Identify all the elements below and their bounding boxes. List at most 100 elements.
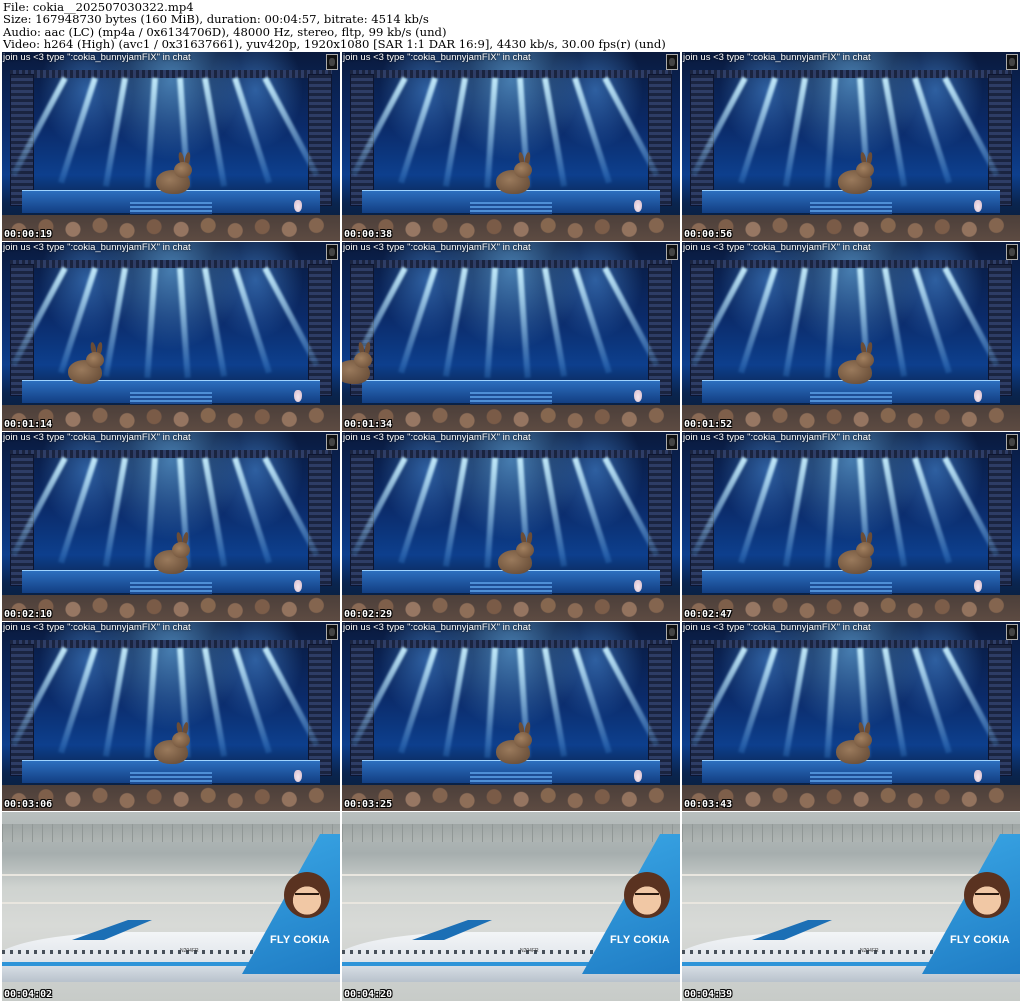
timestamp-label: 00:01:14 <box>4 419 53 430</box>
spotlight-beam <box>738 77 778 184</box>
airplane-windows <box>2 950 270 954</box>
small-bunny-figure <box>634 200 642 212</box>
airline-name: FLY COKIA <box>610 934 670 946</box>
rabbit-image <box>492 721 536 766</box>
rabbit-image <box>494 531 538 576</box>
spotlight-beam <box>202 647 228 757</box>
small-bunny-figure <box>294 390 302 402</box>
video-info-line: Video: h264 (High) (avc1 / 0x31637661), … <box>3 36 666 51</box>
file-size-line: Size: 167948730 bytes (160 MiB), duratio… <box>3 12 429 27</box>
thumbnail-stage: join us <3 type ":cokia_bunnyjamFIX" in … <box>682 432 1020 621</box>
thumbnail-stage: join us <3 type ":cokia_bunnyjamFIX" in … <box>2 432 340 621</box>
spotlight-beam <box>602 76 660 177</box>
webcam-icon <box>1006 624 1018 640</box>
airline-name: FLY COKIA <box>270 934 330 946</box>
rabbit-image <box>152 151 196 196</box>
spotlight-beam <box>517 267 531 378</box>
spotlight-beam <box>442 77 468 187</box>
timestamp-label: 00:02:47 <box>684 609 733 620</box>
spotlight-beam <box>350 646 408 747</box>
spotlight-beam <box>398 647 438 754</box>
rabbit-image <box>834 341 878 386</box>
thumbnail-stage: join us <3 type ":cokia_bunnyjamFIX" in … <box>2 52 340 241</box>
crowd-of-rabbits <box>342 405 680 431</box>
overlay-caption: join us <3 type ":cokia_bunnyjamFIX" in … <box>683 432 871 443</box>
stage-steps <box>470 202 552 214</box>
spotlight-beam <box>738 647 778 754</box>
spotlight-beam <box>912 457 952 564</box>
webcam-icon <box>326 434 338 450</box>
thumbnail-stage: join us <3 type ":cokia_bunnyjamFIX" in … <box>682 622 1020 811</box>
small-bunny-figure <box>974 390 982 402</box>
crowd-of-rabbits <box>342 785 680 811</box>
spotlight-beam <box>10 76 68 177</box>
spotlight-beam <box>942 456 1000 557</box>
stage-steps <box>470 582 552 594</box>
webcam-icon <box>666 54 678 70</box>
rabbit-image <box>150 531 194 576</box>
spotlight-beam <box>572 457 612 564</box>
rabbit-image <box>492 151 536 196</box>
spotlight-beam <box>442 267 468 377</box>
spotlight-beam <box>102 457 128 567</box>
small-bunny-figure <box>974 770 982 782</box>
spotlight-beam <box>782 457 808 567</box>
spotlight-beam <box>690 266 748 367</box>
crowd-of-rabbits <box>2 785 340 811</box>
small-bunny-figure <box>634 580 642 592</box>
spotlight-beam <box>882 267 908 377</box>
spotlight-beam <box>882 647 908 757</box>
spotlight-beam <box>882 77 908 187</box>
thumbnail-stage: join us <3 type ":cokia_bunnyjamFIX" in … <box>342 432 680 621</box>
spotlight-beam <box>232 267 272 374</box>
face-logo <box>964 872 1010 918</box>
spotlight-beam <box>144 267 158 378</box>
thumbnail-stage: join us <3 type ":cokia_bunnyjamFIX" in … <box>682 242 1020 431</box>
crowd-of-rabbits <box>342 215 680 241</box>
spotlight-beam <box>442 457 468 567</box>
thumbnail-stage: join us <3 type ":cokia_bunnyjamFIX" in … <box>2 242 340 431</box>
stage-steps <box>810 392 892 404</box>
spotlight-beam <box>232 77 272 184</box>
tarmac-line <box>682 874 1020 876</box>
overlay-caption: join us <3 type ":cokia_bunnyjamFIX" in … <box>3 622 191 633</box>
small-bunny-figure <box>974 200 982 212</box>
face-logo <box>624 872 670 918</box>
small-bunny-figure <box>294 770 302 782</box>
stage-steps <box>130 202 212 214</box>
spotlight-beam <box>202 77 228 187</box>
spotlight-beam <box>738 267 778 374</box>
spotlight-beam <box>690 646 748 747</box>
spotlight-beam <box>602 456 660 557</box>
spotlight-beam <box>177 267 191 378</box>
timestamp-label: 00:04:20 <box>344 989 393 1000</box>
stage-steps <box>810 582 892 594</box>
airplane-registration: N204FR <box>180 948 199 954</box>
spotlight-beam <box>738 457 778 564</box>
spotlight-beam <box>942 646 1000 747</box>
small-bunny-figure <box>294 200 302 212</box>
overlay-caption: join us <3 type ":cokia_bunnyjamFIX" in … <box>683 52 871 63</box>
spotlight-beam <box>912 647 952 754</box>
timestamp-label: 00:03:43 <box>684 799 733 810</box>
spotlight-beam <box>442 647 468 757</box>
spotlight-beam <box>398 77 438 184</box>
small-bunny-figure <box>634 770 642 782</box>
crowd-of-rabbits <box>342 595 680 621</box>
spotlight-beam <box>58 77 98 184</box>
spotlight-beam <box>202 457 228 567</box>
thumbnail-stage: join us <3 type ":cokia_bunnyjamFIX" in … <box>682 52 1020 241</box>
spotlight-beam <box>782 77 808 187</box>
spotlight-beam <box>202 267 228 377</box>
file-info-header: File: cokia__202507030322.mp4 Size: 1679… <box>0 0 1024 52</box>
face-logo <box>284 872 330 918</box>
spotlight-beam <box>572 77 612 184</box>
airport-fence <box>2 824 340 842</box>
timestamp-label: 00:03:25 <box>344 799 393 810</box>
webcam-icon <box>326 244 338 260</box>
crowd-of-rabbits <box>2 215 340 241</box>
spotlight-beam <box>232 457 272 564</box>
stage-steps <box>130 582 212 594</box>
overlay-caption: join us <3 type ":cokia_bunnyjamFIX" in … <box>683 242 871 253</box>
spotlight-beam <box>542 647 568 757</box>
